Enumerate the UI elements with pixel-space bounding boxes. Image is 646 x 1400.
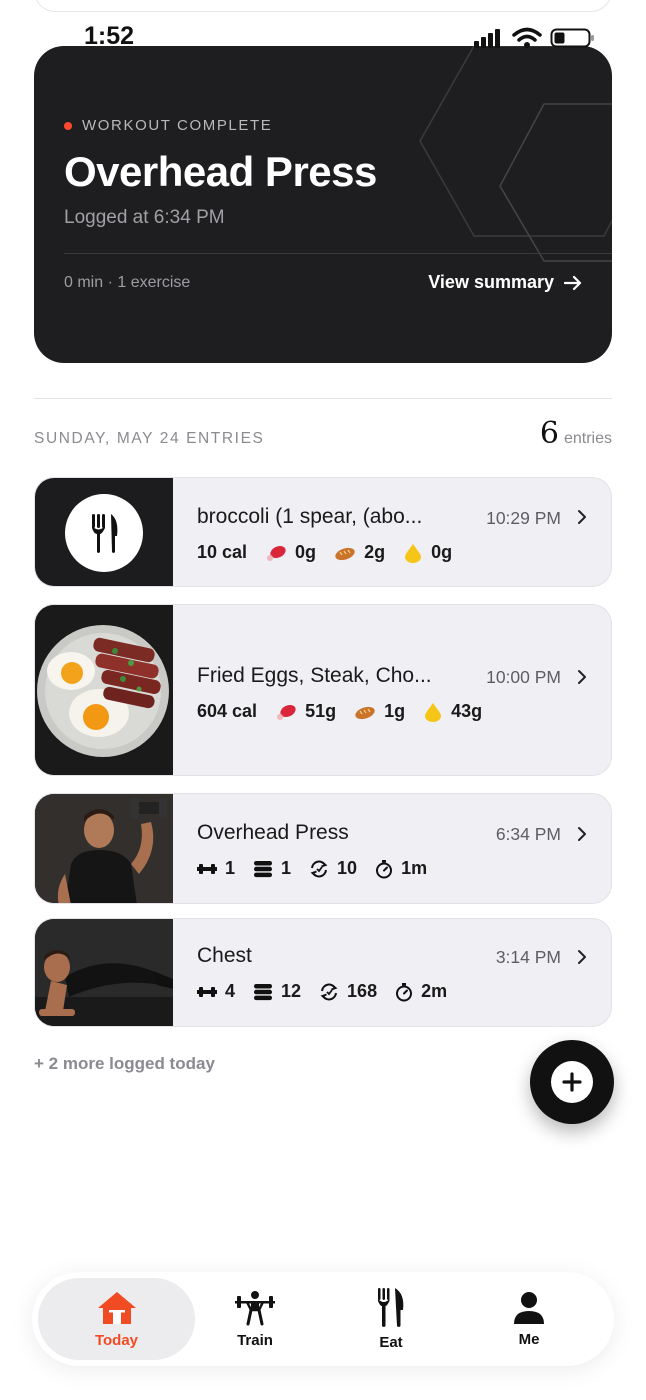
entry-card-fried-eggs[interactable]: Fried Eggs, Steak, Cho... 10:00 PM 604 c…: [34, 604, 612, 776]
sets-value: 12: [281, 981, 302, 1001]
person-icon: [514, 1291, 544, 1324]
nav-label: Today: [94, 1331, 139, 1349]
bottom-nav: Today Train Eat Me: [32, 1272, 614, 1366]
carbs-bread-icon: [355, 706, 375, 719]
entries-number: 6: [539, 416, 559, 451]
entry-title: Overhead Press: [197, 821, 349, 844]
signal-icon: [474, 29, 500, 48]
entry-time: 3:14 PM: [495, 947, 561, 967]
hexagon-decoration: [419, 46, 612, 262]
nav-train[interactable]: Train: [200, 1278, 310, 1360]
carbs-value: 1g: [384, 701, 406, 721]
entry-time: 10:00 PM: [486, 667, 561, 687]
nav-label: Eat: [379, 1333, 403, 1351]
fat-value: 0g: [431, 542, 453, 562]
home-icon: [97, 1291, 136, 1324]
card-divider: [64, 253, 612, 254]
nav-me[interactable]: Me: [474, 1278, 584, 1360]
chevron-right-icon: [578, 827, 586, 841]
fork-knife-icon: [65, 494, 143, 572]
workout-complete-card[interactable]: WORKOUT COMPLETE Overhead Press Logged a…: [34, 46, 612, 363]
add-entry-button[interactable]: [530, 1040, 614, 1124]
calories-value: 10 cal: [197, 542, 248, 562]
duration-value: 2m: [421, 981, 448, 1001]
entry-time: 10:29 PM: [486, 508, 561, 528]
workout-meta: 0 min · 1 exercise: [64, 274, 191, 291]
entry-title: Chest: [197, 944, 252, 967]
workout-title: Overhead Press: [64, 148, 377, 195]
reps-value: 168: [347, 981, 378, 1001]
reps-cycle-icon: [320, 983, 338, 1000]
carbs-bread-icon: [335, 547, 355, 560]
meal-photo: [35, 605, 173, 775]
entry-title: broccoli (1 spear, (abo...: [197, 505, 423, 528]
date-heading: SUNDAY, MAY 24 ENTRIES: [34, 430, 265, 447]
stopwatch-icon: [396, 982, 413, 1001]
workout-logged-time: Logged at 6:34 PM: [64, 207, 225, 228]
duration-value: 1m: [401, 858, 428, 878]
entries-label: entries: [563, 430, 612, 447]
nav-today[interactable]: Today: [38, 1278, 195, 1360]
previous-card-edge: [34, 0, 612, 12]
carbs-value: 2g: [364, 542, 386, 562]
fat-drop-icon: [425, 702, 442, 722]
fat-drop-icon: [405, 543, 422, 563]
stopwatch-icon: [376, 859, 393, 878]
view-summary-button[interactable]: View summary: [428, 272, 582, 293]
status-time: 1:52: [84, 22, 135, 50]
battery-icon: [550, 28, 594, 48]
fat-value: 43g: [451, 701, 483, 721]
calories-value: 604 cal: [197, 701, 258, 721]
wifi-icon: [512, 27, 542, 48]
chevron-right-icon: [578, 670, 586, 684]
protein-value: 51g: [305, 701, 337, 721]
entries-count: 6 entries: [540, 416, 612, 451]
nav-label: Train: [237, 1331, 273, 1349]
sets-value: 1: [281, 858, 292, 878]
chevron-right-icon: [578, 950, 586, 964]
workout-label: WORKOUT COMPLETE: [82, 117, 273, 134]
chevron-right-icon: [578, 510, 586, 524]
entry-title: Fried Eggs, Steak, Cho...: [197, 664, 432, 687]
sets-stack-icon: [254, 983, 273, 1000]
sets-stack-icon: [254, 860, 273, 877]
meal-thumbnail: [35, 478, 173, 586]
weightlifter-icon: [235, 1290, 275, 1325]
workout-photo: [35, 919, 173, 1026]
dumbbell-icon: [197, 986, 217, 997]
section-divider: [34, 398, 612, 399]
dumbbell-icon: [197, 863, 217, 874]
entry-card-overhead-press[interactable]: Overhead Press 6:34 PM 1 1 10 1m: [34, 793, 612, 904]
reps-cycle-icon: [310, 860, 328, 877]
protein-meat-icon: [267, 545, 286, 561]
workout-photo: [35, 794, 173, 903]
nav-eat[interactable]: Eat: [336, 1278, 446, 1360]
nav-label: Me: [518, 1330, 540, 1348]
exercises-value: 1: [225, 858, 236, 878]
exercises-value: 4: [225, 981, 236, 1001]
fork-knife-icon: [378, 1287, 404, 1327]
status-dot: [64, 121, 72, 130]
reps-value: 10: [337, 858, 358, 878]
plus-icon: [562, 1072, 582, 1092]
status-bar: 1:52: [0, 20, 646, 56]
entry-card-broccoli[interactable]: broccoli (1 spear, (abo... 10:29 PM 10 c…: [34, 477, 612, 587]
view-summary-label: View summary: [428, 272, 554, 292]
protein-meat-icon: [277, 704, 296, 720]
more-logged-link[interactable]: + 2 more logged today: [34, 1054, 215, 1074]
entry-card-chest[interactable]: Chest 3:14 PM 4 12 168 2m: [34, 918, 612, 1027]
entry-time: 6:34 PM: [495, 824, 561, 844]
protein-value: 0g: [295, 542, 317, 562]
arrow-right-icon: [564, 275, 582, 290]
